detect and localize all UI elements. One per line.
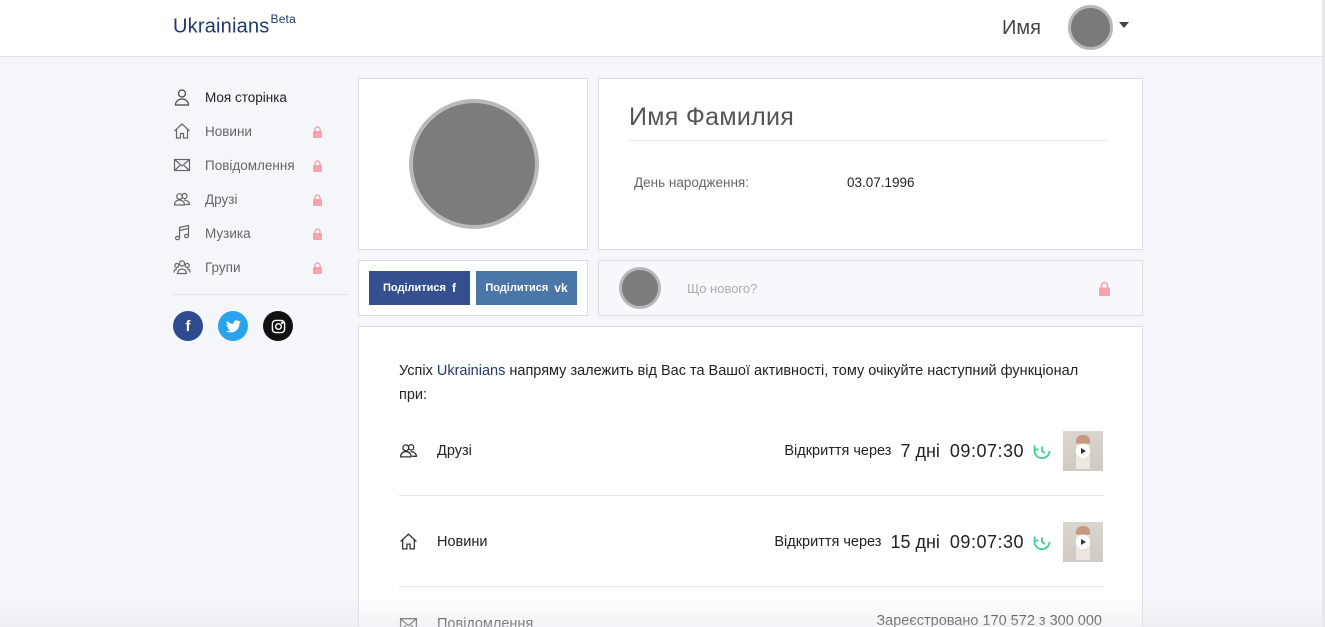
sidebar-divider <box>173 294 348 295</box>
countdown-time: 09:07:30 <box>949 440 1024 461</box>
clock-icon <box>1033 445 1051 460</box>
feature-label: Друзі <box>437 443 472 459</box>
share-vk-button[interactable]: Поділитися vk <box>476 271 577 305</box>
instagram-icon[interactable] <box>263 311 293 341</box>
user-icon <box>173 88 191 106</box>
sidebar-item-messages[interactable]: Повідомлення <box>173 148 348 182</box>
post-input-placeholder[interactable]: Що нового? <box>687 281 757 296</box>
music-icon <box>173 224 191 242</box>
beta-badge: Beta <box>270 12 296 26</box>
video-thumbnail[interactable] <box>1063 431 1103 471</box>
home-icon <box>173 122 191 140</box>
sidebar-item-friends[interactable]: Друзі <box>173 182 348 216</box>
sidebar-item-label: Групи <box>205 259 241 275</box>
groups-icon <box>173 258 191 276</box>
feature-row-news: Новини Відкриття через 15 дні 09:07:30 <box>399 517 1103 567</box>
video-thumbnail[interactable] <box>1063 522 1103 562</box>
logo-text: Ukrainians <box>173 15 270 38</box>
birthday-value: 03.07.1996 <box>847 175 915 190</box>
profile-info-card: Имя Фамилия День народження: 03.07.1996 <box>598 78 1143 250</box>
feature-countdown: Відкриття через 7 дні 09:07:30 <box>784 426 1103 476</box>
lock-icon <box>313 262 322 274</box>
feature-countdown: Відкриття через 15 дні 09:07:30 <box>774 517 1103 567</box>
registration-progress-text: Зареєстровано 170 572 з 300 000 <box>876 613 1102 627</box>
friends-icon <box>399 441 418 460</box>
share-card: Поділитися f Поділитися vk <box>358 260 588 316</box>
header-avatar[interactable] <box>1068 5 1113 50</box>
row-divider <box>399 495 1103 496</box>
lock-icon <box>313 126 322 138</box>
sidebar-item-news[interactable]: Новини <box>173 114 348 148</box>
brand-name: Ukrainians <box>436 363 506 379</box>
share-facebook-button[interactable]: Поділитися f <box>369 271 470 305</box>
sidebar-item-my-page[interactable]: Моя сторінка <box>173 80 348 114</box>
row-divider <box>399 586 1103 587</box>
profile-photo-card <box>358 78 588 250</box>
post-avatar <box>619 267 661 309</box>
sidebar-item-label: Повідомлення <box>205 157 295 173</box>
home-icon <box>399 532 418 551</box>
info-divider <box>629 140 1107 141</box>
profile-full-name: Имя Фамилия <box>629 103 795 131</box>
chevron-down-icon[interactable] <box>1119 22 1129 28</box>
envelope-icon <box>399 615 418 627</box>
sidebar-item-label: Новини <box>205 123 252 139</box>
facebook-icon[interactable]: f <box>173 311 203 341</box>
play-icon <box>1076 535 1090 549</box>
sidebar-item-label: Моя сторінка <box>205 89 287 105</box>
upcoming-features-card: Успіх Ukrainians напряму залежить від Ва… <box>358 326 1143 627</box>
sidebar-item-label: Музика <box>205 225 251 241</box>
birthday-label: День народження: <box>634 175 749 190</box>
sidebar-item-label: Друзі <box>205 191 238 207</box>
feature-label: Новини <box>437 534 488 550</box>
vk-icon: vk <box>554 281 568 295</box>
social-links: f <box>173 311 348 341</box>
lock-icon <box>1099 281 1110 296</box>
feature-row-friends: Друзі Відкриття через 7 дні 09:07:30 <box>399 426 1103 476</box>
top-header: UkrainiansBeta Имя <box>0 0 1325 57</box>
envelope-icon <box>173 156 191 174</box>
features-intro: Успіх Ukrainians напряму залежить від Ва… <box>399 363 1079 403</box>
lock-icon <box>313 160 322 172</box>
twitter-icon[interactable] <box>218 311 248 341</box>
play-icon <box>1076 444 1090 458</box>
sidebar: Моя сторінка Новини Повідомлення Друзі М… <box>173 80 348 341</box>
lock-icon <box>313 228 322 240</box>
facebook-icon: f <box>451 281 456 295</box>
lock-icon <box>313 194 322 206</box>
sidebar-item-groups[interactable]: Групи <box>173 250 348 284</box>
countdown-days: 15 дні <box>890 531 940 552</box>
sidebar-item-music[interactable]: Музика <box>173 216 348 250</box>
countdown-days: 7 дні <box>900 440 940 461</box>
new-post-card[interactable]: Що нового? <box>598 260 1143 316</box>
profile-avatar[interactable] <box>409 99 539 229</box>
friends-icon <box>173 190 191 208</box>
countdown-time: 09:07:30 <box>949 531 1024 552</box>
header-user-name[interactable]: Имя <box>1002 17 1041 40</box>
site-logo[interactable]: UkrainiansBeta <box>173 12 296 39</box>
feature-label: Повідомлення <box>437 616 534 627</box>
clock-icon <box>1033 536 1051 551</box>
